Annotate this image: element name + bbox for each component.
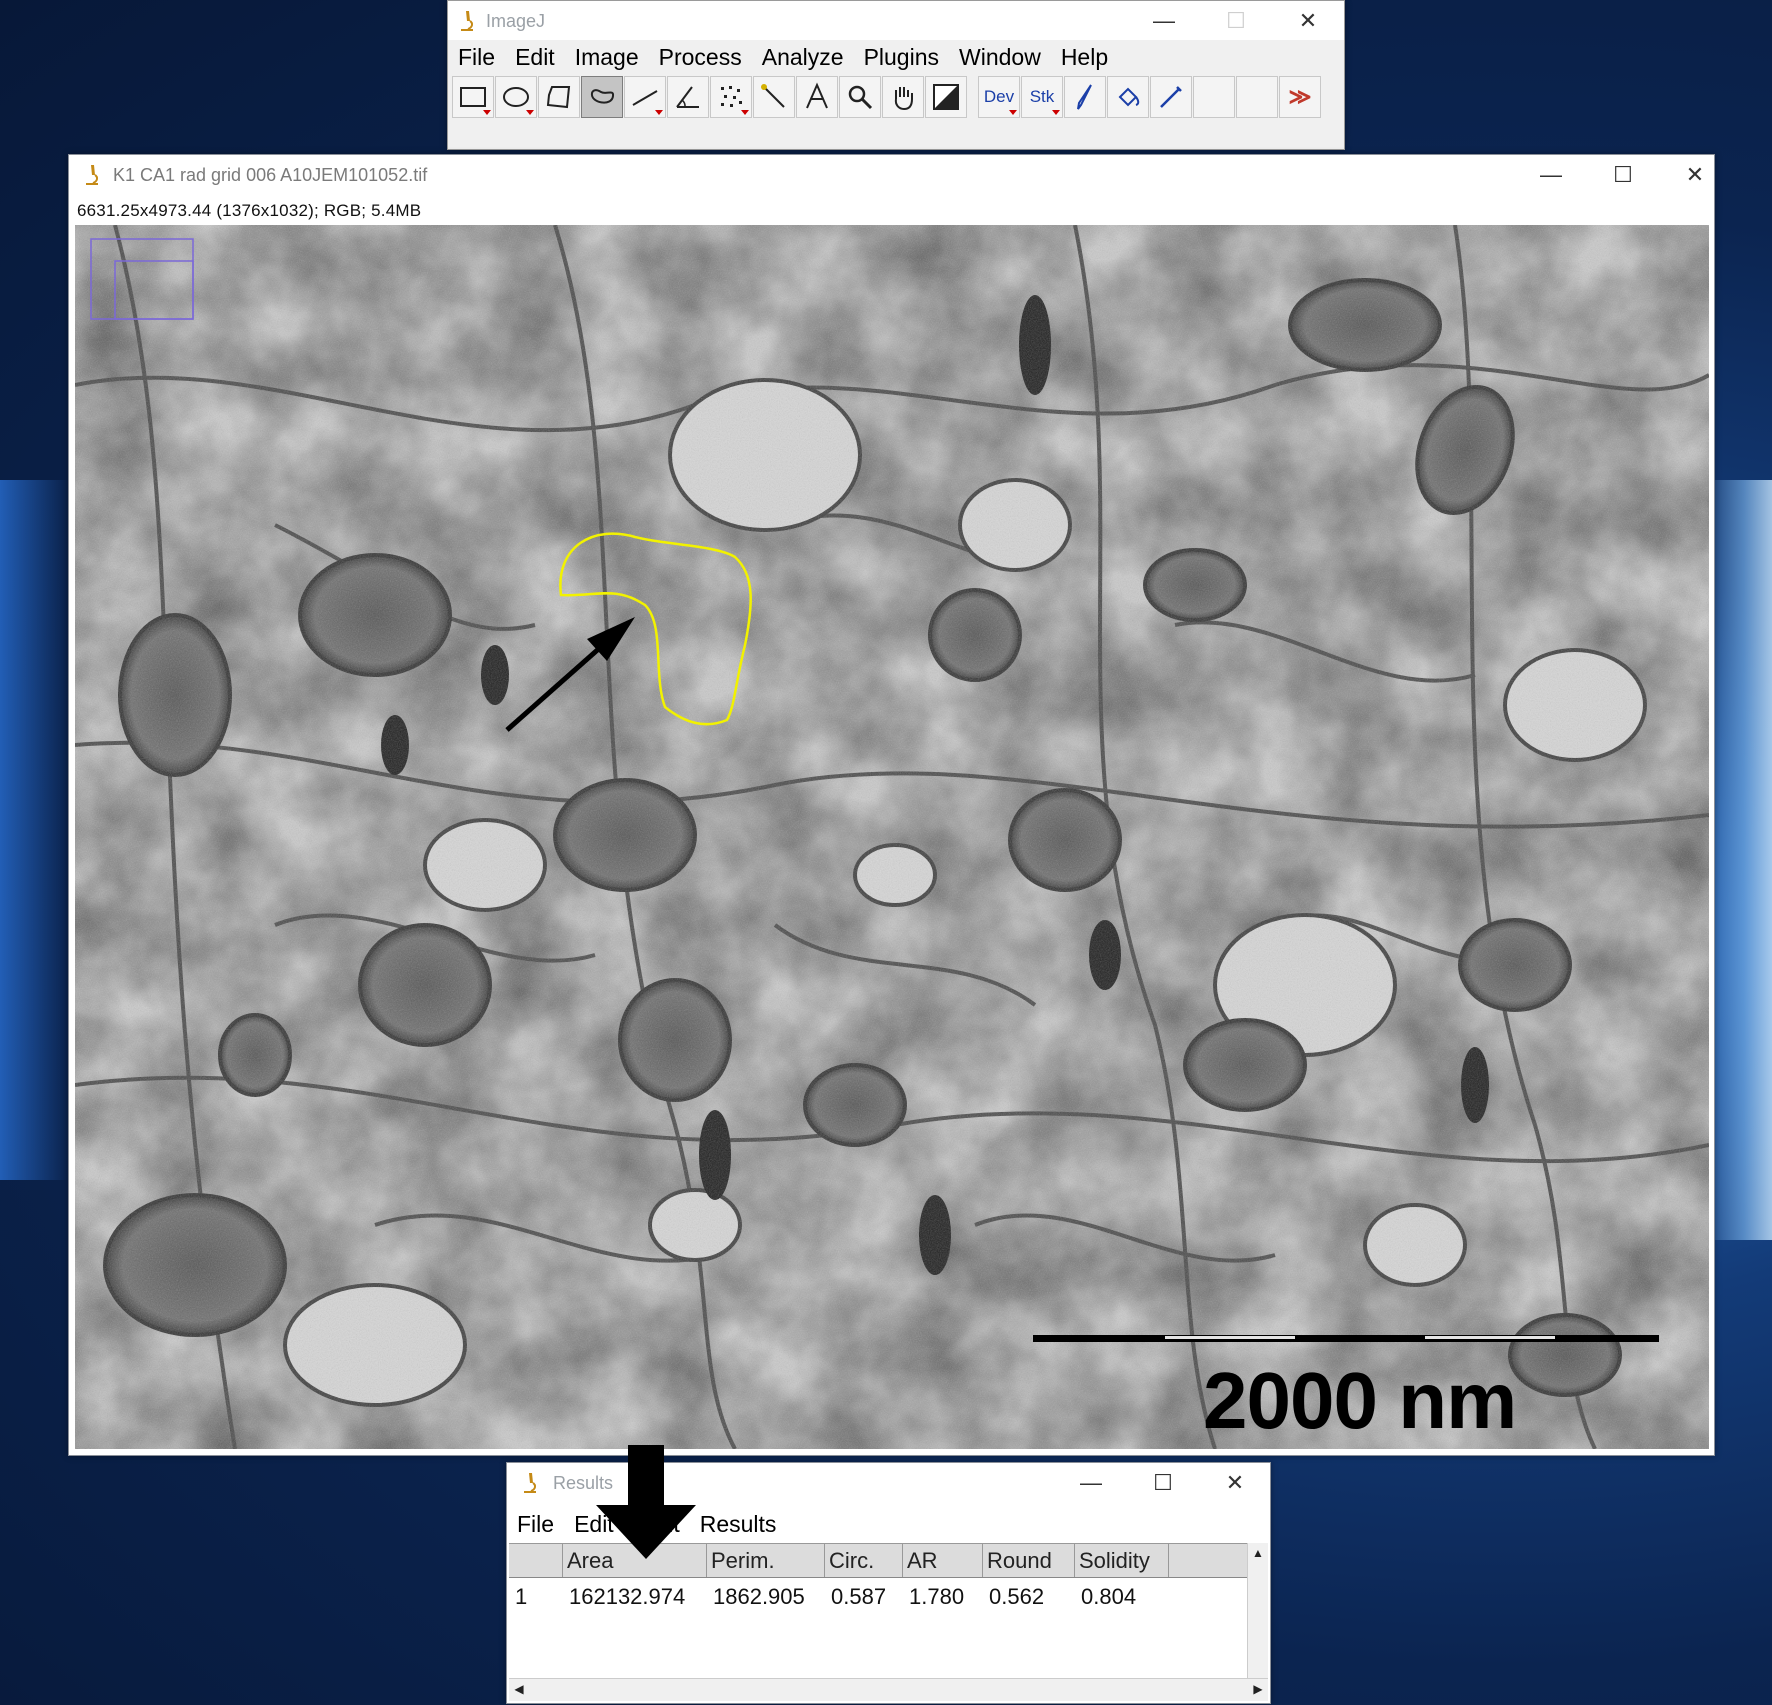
microscope-icon [461, 11, 474, 31]
table-cell: 1 [515, 1584, 528, 1609]
image-window: K1 CA1 rad grid 006 A10JEM101052.tif — ☐… [68, 154, 1715, 1456]
pencil-tool[interactable] [1150, 76, 1192, 118]
minimize-button[interactable]: — [1531, 161, 1571, 189]
rectangle-icon [460, 87, 486, 107]
text-icon [806, 82, 828, 109]
imagej-menu-help[interactable]: Help [1051, 44, 1118, 71]
results-table: Area Perim. Circ. AR Round Solidity 1 162132.9… [509, 1543, 1248, 1672]
developer-menu-tool[interactable]: Dev [978, 76, 1020, 118]
microscope-icon [86, 165, 99, 185]
brush-tool[interactable] [1064, 76, 1106, 118]
imagej-menu-edit[interactable]: Edit [505, 44, 565, 71]
imagej-menu-process[interactable]: Process [649, 44, 752, 71]
table-cell: 0.587 [831, 1584, 887, 1609]
scroll-left-icon[interactable]: ◀ [509, 1679, 529, 1699]
line-icon [632, 90, 658, 106]
column-header-round[interactable]: Round [983, 1544, 1075, 1577]
imagej-titlebar: ImageJ — ☐ ✕ [448, 1, 1344, 41]
imagej-toolbar: Dev Stk ≫ [452, 76, 1322, 118]
line-tool[interactable] [624, 76, 666, 118]
horizontal-scrollbar[interactable]: ◀ ▶ [509, 1678, 1268, 1701]
window-title: ImageJ [486, 11, 546, 31]
zoom-tool[interactable] [839, 76, 881, 118]
magnifier-icon [848, 85, 873, 110]
pointer-arrow [596, 1445, 696, 1559]
empty-tool-slot-2 [1236, 76, 1278, 118]
imagej-menu-analyze[interactable]: Analyze [752, 44, 854, 71]
wand-tool[interactable] [753, 76, 795, 118]
more-tools-button[interactable]: ≫ [1279, 76, 1321, 118]
results-menu-results[interactable]: Results [690, 1511, 787, 1538]
desktop-glow-left [0, 480, 70, 1180]
close-button[interactable]: ✕ [1675, 161, 1715, 189]
magic-wand-icon [761, 84, 785, 108]
oval-tool[interactable] [495, 76, 537, 118]
imagej-menu-plugins[interactable]: Plugins [854, 44, 949, 71]
vertical-scrollbar[interactable]: ▲ ▼ [1247, 1543, 1268, 1691]
image-info: 6631.25x4973.44 (1376x1032); RGB; 5.4MB [77, 201, 422, 220]
rectangle-tool[interactable] [452, 76, 494, 118]
column-header-ar[interactable]: AR [903, 1544, 983, 1577]
image-window-title: K1 CA1 rad grid 006 A10JEM101052.tif [113, 165, 428, 185]
oval-icon [503, 87, 529, 107]
table-cell: 0.562 [989, 1584, 1045, 1609]
more-tools-label: ≫ [1288, 84, 1312, 109]
stk-label: Stk [1029, 87, 1055, 106]
angle-icon [676, 86, 699, 108]
brush-icon [1077, 84, 1092, 110]
flood-fill-tool[interactable] [1107, 76, 1149, 118]
image-canvas[interactable]: 2000 nm [75, 225, 1709, 1449]
freehand-icon [590, 89, 615, 104]
table-cell: 1862.905 [713, 1584, 805, 1609]
close-button[interactable]: ✕ [1288, 7, 1328, 35]
column-header-index[interactable] [509, 1544, 563, 1577]
text-tool[interactable] [796, 76, 838, 118]
multipoint-icon [721, 86, 742, 107]
imagej-menubar: File Edit Image Process Analyze Plugins Window… [448, 40, 1344, 74]
close-button[interactable]: ✕ [1215, 1469, 1255, 1497]
micrograph-image [75, 225, 1709, 1449]
column-header-circ[interactable]: Circ. [825, 1544, 903, 1577]
polygon-tool[interactable] [538, 76, 580, 118]
imagej-menu-image[interactable]: Image [565, 44, 649, 71]
hand-icon [894, 87, 913, 111]
image-titlebar: K1 CA1 rad grid 006 A10JEM101052.tif — ☐… [69, 155, 1714, 195]
imagej-main-window: ImageJ — ☐ ✕ File Edit Image Process Analyze… [447, 0, 1345, 150]
pencil-icon [1160, 86, 1182, 108]
freehand-tool[interactable] [581, 76, 623, 118]
empty-tool-slot-1 [1193, 76, 1235, 118]
polygon-icon [546, 86, 571, 109]
imagej-menu-file[interactable]: File [448, 44, 505, 71]
minimize-button[interactable]: — [1071, 1469, 1111, 1497]
scroll-right-icon[interactable]: ▶ [1248, 1679, 1268, 1699]
column-header-perim[interactable]: Perim. [707, 1544, 825, 1577]
maximize-button: ☐ [1226, 8, 1246, 33]
color-picker-icon [933, 84, 959, 110]
column-header-solidity[interactable]: Solidity [1075, 1544, 1169, 1577]
dev-label: Dev [983, 87, 1015, 106]
color-picker-tool[interactable] [925, 76, 967, 118]
stack-menu-tool[interactable]: Stk [1021, 76, 1063, 118]
maximize-button[interactable]: ☐ [1603, 161, 1643, 189]
point-tool[interactable] [710, 76, 752, 118]
results-table-body: 1 162132.974 1862.905 0.587 1.780 0.562 0.804 [509, 1578, 1248, 1612]
results-menu-file[interactable]: File [507, 1511, 564, 1538]
maximize-button[interactable]: ☐ [1143, 1469, 1183, 1497]
table-row[interactable]: 1 162132.974 1862.905 0.587 1.780 0.562 0.804 [509, 1578, 1248, 1612]
scroll-up-icon[interactable]: ▲ [1248, 1543, 1268, 1563]
table-cell: 1.780 [909, 1584, 965, 1609]
scale-bar-label: 2000 nm [1203, 1356, 1517, 1445]
table-cell: 162132.974 [569, 1584, 686, 1609]
scale-bar [1033, 1335, 1659, 1342]
scroll-tool[interactable] [882, 76, 924, 118]
minimize-button[interactable]: — [1144, 7, 1184, 35]
microscope-icon [524, 1473, 537, 1493]
angle-tool[interactable] [667, 76, 709, 118]
imagej-menu-window[interactable]: Window [949, 44, 1051, 71]
table-cell: 0.804 [1081, 1584, 1137, 1609]
flood-fill-icon [1118, 87, 1140, 107]
